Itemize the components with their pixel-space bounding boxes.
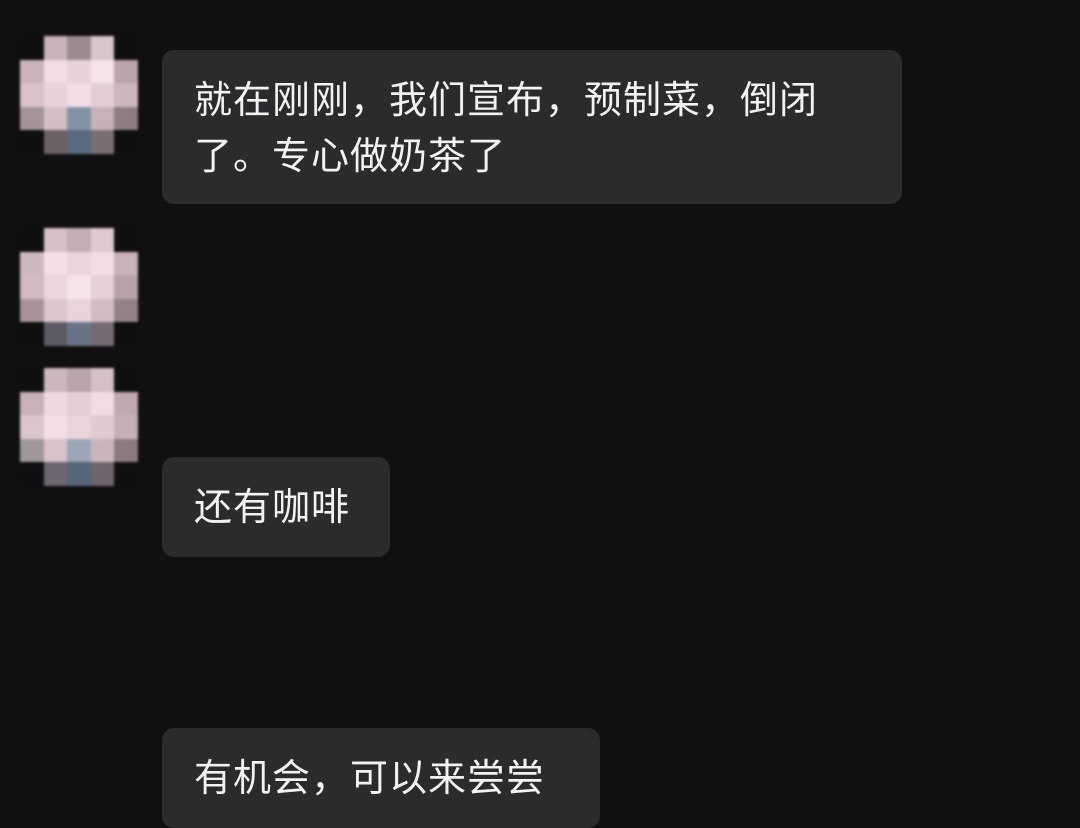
chat-thread: 就在刚刚，我们宣布，预制菜，倒闭了。专心做奶茶了 还有咖啡 有机会，可以来尝尝	[0, 0, 1080, 828]
message-bubble[interactable]: 就在刚刚，我们宣布，预制菜，倒闭了。专心做奶茶了	[162, 50, 902, 204]
message-row: 就在刚刚，我们宣布，预制菜，倒闭了。专心做奶茶了	[0, 0, 1080, 220]
avatar[interactable]	[20, 368, 138, 486]
message-row: 有机会，可以来尝尝	[0, 360, 1080, 828]
message-row: 还有咖啡	[0, 220, 1080, 557]
avatar[interactable]	[20, 228, 138, 346]
message-bubble[interactable]: 有机会，可以来尝尝	[162, 728, 600, 828]
avatar[interactable]	[20, 36, 138, 154]
